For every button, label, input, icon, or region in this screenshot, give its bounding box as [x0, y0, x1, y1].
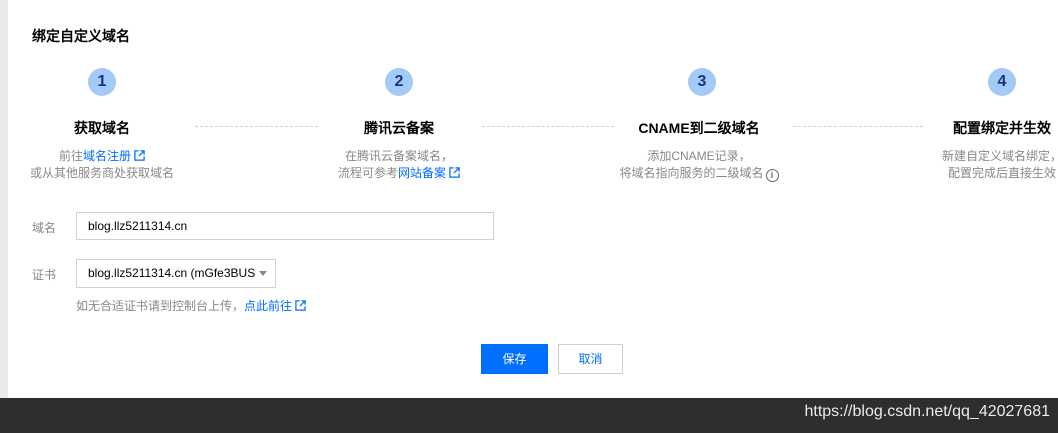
external-link-icon[interactable]	[134, 150, 145, 161]
domain-register-link[interactable]: 域名注册	[83, 149, 131, 163]
step-title-3: CNAME到二级域名	[638, 120, 760, 136]
domain-input[interactable]: blog.llz5211314.cn	[76, 212, 494, 240]
step-3-desc-line2: 将域名指向服务的二级域名	[619, 166, 764, 180]
bind-custom-domain-dialog: 绑定自定义域名 1 获取域名 前往域名注册 或从其他服务商处获取域名 2 腾讯云…	[8, 0, 1058, 398]
website-filing-link[interactable]: 网站备案	[398, 166, 446, 180]
step-desc-4: 新建自定义域名绑定， 配置完成后直接生效	[852, 148, 1058, 182]
certificate-label: 证书	[32, 268, 57, 282]
step-number-1: 1	[88, 68, 116, 96]
cancel-button[interactable]: 取消	[558, 344, 623, 374]
step-4-desc-line2: 配置完成后直接生效	[947, 166, 1056, 180]
certificate-selected-value: blog.llz5211314.cn (mGfe3BUS	[88, 266, 256, 280]
certificate-select[interactable]: blog.llz5211314.cn (mGfe3BUS	[76, 259, 276, 288]
step-title-4: 配置绑定并生效	[953, 120, 1051, 136]
step-desc-1: 前往域名注册 或从其他服务商处获取域名	[8, 148, 252, 182]
domain-label: 域名	[32, 221, 57, 235]
step-title-2: 腾讯云备案	[364, 120, 434, 136]
certificate-hint: 如无合适证书请到控制台上传，点此前往	[76, 297, 306, 314]
step-title-1: 获取域名	[74, 120, 130, 136]
step-2-desc-line1: 在腾讯云备案域名，	[344, 149, 453, 163]
step-1-desc-line2: 或从其他服务商处获取域名	[29, 166, 174, 180]
step-2-desc-prefix: 流程可参考	[337, 166, 398, 180]
step-number-4: 4	[988, 68, 1016, 96]
step-number-3: 3	[688, 68, 716, 96]
background-page-edge	[0, 0, 8, 400]
dialog-title: 绑定自定义域名	[32, 28, 130, 44]
step-desc-2: 在腾讯云备案域名， 流程可参考网站备案	[249, 148, 549, 182]
external-link-icon[interactable]	[449, 167, 460, 178]
chevron-down-icon	[259, 271, 267, 276]
certificate-hint-text: 如无合适证书请到控制台上传，	[76, 299, 245, 313]
step-4-desc-line1: 新建自定义域名绑定，	[941, 149, 1058, 163]
step-1-desc-prefix: 前往	[58, 149, 83, 163]
watermark-text: https://blog.csdn.net/qq_42027681	[804, 403, 1050, 420]
step-desc-3: 添加CNAME记录， 将域名指向服务的二级域名 i	[549, 148, 849, 182]
info-icon[interactable]: i	[765, 169, 779, 182]
step-3-desc-line1: 添加CNAME记录，	[647, 149, 751, 163]
external-link-icon[interactable]	[295, 300, 306, 311]
go-to-console-link[interactable]: 点此前往	[244, 299, 292, 313]
step-number-2: 2	[385, 68, 413, 96]
save-button[interactable]: 保存	[481, 344, 548, 374]
